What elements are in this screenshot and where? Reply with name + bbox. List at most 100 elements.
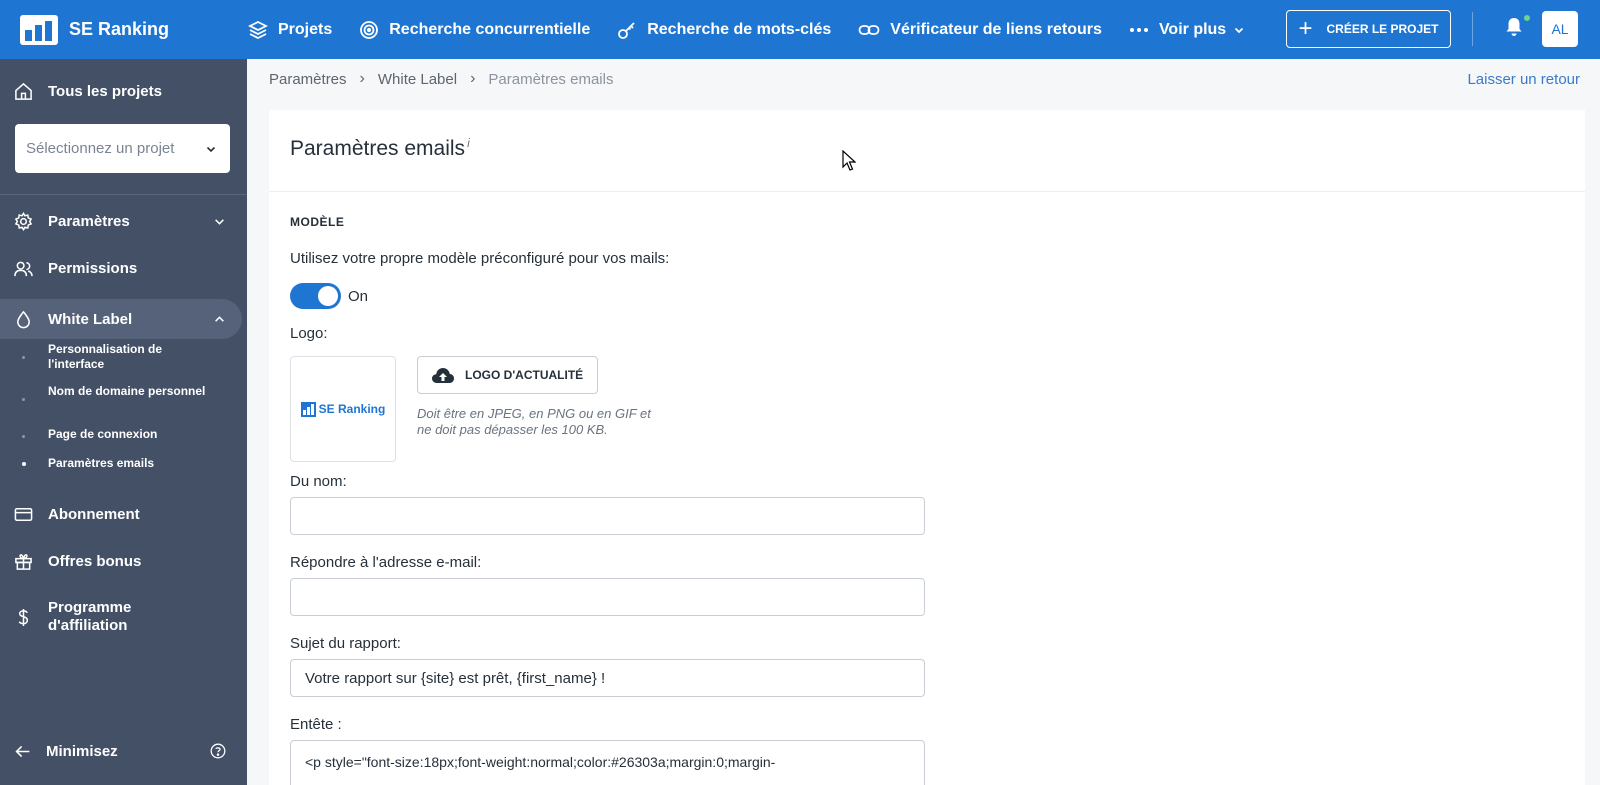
home-icon bbox=[15, 82, 32, 100]
nav-backlink-checker[interactable]: Vérificateur de liens retours bbox=[858, 20, 1102, 40]
chevron-down-icon bbox=[215, 218, 224, 225]
project-select-placeholder: Sélectionnez un projet bbox=[26, 140, 175, 157]
avatar[interactable]: AL bbox=[1542, 11, 1578, 47]
sidebar: Tous les projets Sélectionnez un projet … bbox=[0, 59, 247, 785]
gift-icon bbox=[15, 553, 32, 570]
sidebar-item-all-projects[interactable]: Tous les projets bbox=[0, 79, 247, 103]
bullet-icon bbox=[22, 462, 26, 466]
header-textarea[interactable]: <p style="font-size:18px;font-weight:nor… bbox=[290, 740, 925, 785]
layers-icon bbox=[248, 20, 268, 39]
brand-logo-icon bbox=[20, 14, 58, 45]
feedback-link[interactable]: Laisser un retour bbox=[1467, 71, 1580, 88]
notification-dot bbox=[1523, 14, 1531, 22]
breadcrumb-current: Paramètres emails bbox=[488, 70, 614, 88]
report-subject-input[interactable]: Votre rapport sur {site} est prêt, {firs… bbox=[290, 659, 925, 697]
reply-to-input[interactable] bbox=[290, 578, 925, 616]
drop-icon bbox=[17, 310, 30, 328]
chevron-down-icon bbox=[1235, 27, 1244, 33]
nav-projets[interactable]: Projets bbox=[248, 20, 332, 40]
brand[interactable]: SE Ranking bbox=[0, 14, 240, 45]
section-title: MODÈLE bbox=[290, 215, 345, 229]
from-name-input[interactable] bbox=[290, 497, 925, 535]
nav-label: Voir plus bbox=[1158, 20, 1227, 38]
more-dots-icon bbox=[1129, 27, 1148, 32]
sidebar-item-label: Programme d'affiliation bbox=[48, 599, 132, 634]
breadcrumb: Paramètres › White Label › Paramètres em… bbox=[269, 70, 613, 88]
bullet-icon bbox=[22, 435, 25, 438]
logo-text: SE Ranking bbox=[318, 402, 386, 416]
page-title: Paramètres emails i bbox=[269, 110, 1585, 192]
arrow-left-icon bbox=[15, 745, 30, 757]
sidebar-item-white-label[interactable]: White Label bbox=[0, 307, 247, 331]
card-icon bbox=[14, 507, 33, 521]
key-icon bbox=[618, 21, 635, 39]
sidebar-item-label: White Label bbox=[48, 310, 133, 328]
brand-name: SE Ranking bbox=[69, 19, 170, 39]
bullet-icon bbox=[22, 398, 25, 401]
bell-icon[interactable] bbox=[1505, 17, 1523, 42]
sidebar-item-label: Abonnement bbox=[48, 505, 140, 523]
users-icon bbox=[14, 261, 33, 276]
cloud-upload-icon bbox=[432, 368, 454, 383]
nav-label: Recherche de mots-clés bbox=[647, 20, 832, 38]
nav-see-more[interactable]: Voir plus bbox=[1129, 20, 1244, 40]
report-subject-label: Sujet du rapport: bbox=[290, 635, 401, 652]
page-title-text: Paramètres emails bbox=[290, 137, 466, 160]
toggle-knob bbox=[318, 286, 338, 306]
breadcrumb-item[interactable]: White Label bbox=[378, 71, 457, 88]
plus-icon: + bbox=[1298, 15, 1313, 42]
project-select[interactable]: Sélectionnez un projet bbox=[15, 124, 230, 173]
info-icon[interactable]: i bbox=[467, 136, 470, 150]
link-icon bbox=[858, 24, 880, 35]
divider bbox=[1472, 12, 1473, 46]
upload-logo-label: LOGO D'ACTUALITÉ bbox=[465, 368, 584, 382]
logo-bars-icon bbox=[300, 401, 316, 417]
from-name-label: Du nom: bbox=[290, 473, 347, 490]
mouse-pointer-icon bbox=[842, 150, 856, 171]
nav-label: Vérificateur de liens retours bbox=[890, 20, 1102, 38]
sidebar-subitem-email-settings[interactable]: Paramètres emails bbox=[48, 456, 208, 471]
create-project-button[interactable]: + CRÉER LE PROJET bbox=[1286, 10, 1451, 48]
nav-label: Projets bbox=[278, 20, 333, 38]
toggle-state-label: On bbox=[348, 288, 369, 305]
sidebar-item-permissions[interactable]: Permissions bbox=[0, 256, 247, 280]
help-icon[interactable] bbox=[210, 743, 226, 759]
gear-icon bbox=[14, 211, 33, 231]
sidebar-subitem-login-page[interactable]: Page de connexion bbox=[48, 427, 208, 442]
chevron-down-icon bbox=[206, 146, 216, 152]
template-label: Utilisez votre propre modèle préconfigur… bbox=[290, 250, 670, 267]
sidebar-item-bonus[interactable]: Offres bonus bbox=[0, 549, 247, 573]
sidebar-item-label: Minimisez bbox=[46, 742, 118, 760]
upload-logo-button[interactable]: LOGO D'ACTUALITÉ bbox=[417, 356, 598, 394]
sidebar-item-label: Permissions bbox=[48, 259, 138, 277]
chevron-up-icon bbox=[215, 315, 224, 322]
sidebar-item-label: Tous les projets bbox=[48, 82, 162, 100]
sidebar-item-label: Offres bonus bbox=[48, 552, 142, 570]
reply-to-label: Répondre à l'adresse e-mail: bbox=[290, 554, 482, 571]
breadcrumb-item[interactable]: Paramètres bbox=[269, 71, 347, 88]
nav-keyword-research[interactable]: Recherche de mots-clés bbox=[617, 20, 831, 40]
create-project-label: CRÉER LE PROJET bbox=[1326, 22, 1439, 36]
sidebar-divider bbox=[0, 194, 247, 195]
template-toggle[interactable] bbox=[290, 283, 341, 309]
sidebar-subitem-domain[interactable]: Nom de domaine personnel bbox=[48, 384, 208, 399]
header-label: Entête : bbox=[290, 716, 342, 733]
bullet-icon bbox=[22, 356, 25, 359]
target-icon bbox=[360, 20, 379, 39]
chevron-right-icon: › bbox=[359, 70, 365, 87]
sidebar-item-parametres[interactable]: Paramètres bbox=[0, 209, 247, 233]
dollar-icon bbox=[18, 608, 29, 626]
nav-label: Recherche concurrentielle bbox=[389, 20, 591, 38]
main-nav: Projets Recherche concurrentielle Recher… bbox=[248, 20, 1271, 40]
email-settings-panel: Paramètres emails i MODÈLE Utilisez votre… bbox=[269, 110, 1585, 785]
upload-hint: Doit être en JPEG, en PNG ou en GIF et n… bbox=[417, 406, 651, 437]
sidebar-subitem-interface[interactable]: Personnalisation de l'interface bbox=[48, 342, 208, 372]
sidebar-item-subscription[interactable]: Abonnement bbox=[0, 502, 247, 526]
nav-competitive-research[interactable]: Recherche concurrentielle bbox=[359, 20, 590, 40]
sidebar-item-affiliate[interactable]: Programme d'affiliation bbox=[0, 597, 247, 637]
top-bar: SE Ranking Projets Recherche concurrenti… bbox=[0, 0, 1600, 59]
logo-label: Logo: bbox=[290, 325, 328, 342]
sidebar-item-label: Paramètres bbox=[48, 212, 130, 230]
chevron-right-icon: › bbox=[470, 70, 476, 87]
logo-image: SE Ranking bbox=[300, 401, 386, 417]
